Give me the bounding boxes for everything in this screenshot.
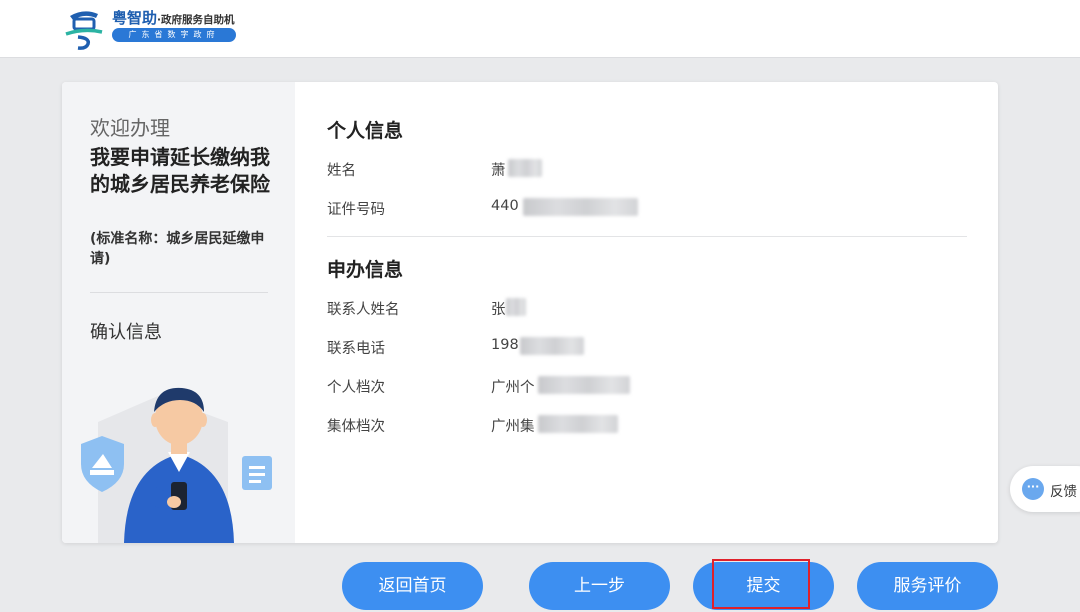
standard-name: (标准名称：城乡居民延缴申请) bbox=[90, 231, 265, 267]
feedback-label: 反馈 bbox=[1050, 484, 1077, 500]
left-divider bbox=[90, 292, 268, 293]
field-label-contact-phone: 联系电话 bbox=[327, 341, 385, 357]
welcome-label: 欢迎办理 bbox=[90, 116, 170, 140]
person-illustration bbox=[81, 387, 272, 543]
field-label-collective-tier: 集体档次 bbox=[327, 419, 385, 435]
brand-pill: 广东省数字政府 bbox=[112, 28, 236, 42]
redacted-mask bbox=[538, 415, 618, 433]
field-value-contact-name: 张 bbox=[491, 302, 506, 318]
field-value-personal-tier: 广州个 bbox=[491, 380, 535, 396]
redacted-mask bbox=[506, 298, 526, 316]
redacted-mask bbox=[523, 198, 638, 216]
field-label-id-number: 证件号码 bbox=[327, 202, 385, 218]
redacted-mask bbox=[538, 376, 630, 394]
main-card: 欢迎办理 我要申请延长缴纳我的城乡居民养老保险 (标准名称：城乡居民延缴申请) … bbox=[62, 82, 998, 543]
current-step: 确认信息 bbox=[90, 322, 162, 343]
left-panel: 欢迎办理 我要申请延长缴纳我的城乡居民养老保险 (标准名称：城乡居民延缴申请) … bbox=[62, 82, 295, 543]
field-value-collective-tier: 广州集 bbox=[491, 419, 535, 435]
field-label-name: 姓名 bbox=[327, 163, 356, 179]
previous-step-button[interactable]: 上一步 bbox=[529, 562, 670, 610]
field-value-contact-phone: 198 bbox=[491, 337, 519, 353]
personal-info-title: 个人信息 bbox=[327, 120, 404, 142]
section-divider bbox=[327, 236, 967, 237]
field-value-id-number: 440 bbox=[491, 198, 519, 214]
home-button[interactable]: 返回首页 bbox=[342, 562, 483, 610]
brand-title: 粤智助·政府服务自助机 bbox=[112, 7, 235, 28]
yue-logo-icon bbox=[65, 11, 103, 50]
service-title: 我要申请延长缴纳我的城乡居民养老保险 bbox=[90, 145, 270, 196]
field-value-name: 萧 bbox=[491, 163, 506, 179]
brand-name: 粤智助 bbox=[112, 9, 158, 27]
redacted-mask bbox=[520, 337, 584, 355]
service-rating-button[interactable]: 服务评价 bbox=[857, 562, 998, 610]
feedback-button[interactable]: ··· 反馈 bbox=[1010, 466, 1080, 512]
field-label-contact-name: 联系人姓名 bbox=[327, 302, 400, 318]
application-info-title: 申办信息 bbox=[327, 259, 404, 281]
brand-subtitle: ·政府服务自助机 bbox=[157, 14, 235, 26]
app-header: 粤智助·政府服务自助机 广东省数字政府 bbox=[0, 0, 1080, 58]
field-label-personal-tier: 个人档次 bbox=[327, 380, 385, 396]
submit-button[interactable]: 提交 bbox=[693, 562, 834, 610]
redacted-mask bbox=[508, 159, 542, 177]
chat-dots-icon: ··· bbox=[1022, 478, 1044, 500]
